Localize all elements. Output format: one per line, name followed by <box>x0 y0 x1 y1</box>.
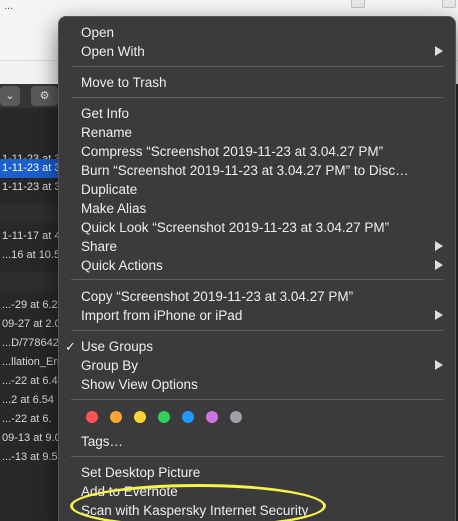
finder-top-text: ... <box>4 0 14 12</box>
menu-item-make-alias[interactable]: Make Alias <box>59 199 455 218</box>
view-options-dropdown[interactable]: ⌄ <box>0 86 20 106</box>
menu-separator <box>71 279 443 280</box>
menu-item-get-info[interactable]: Get Info <box>59 104 455 123</box>
menu-item-set-desktop-picture[interactable]: Set Desktop Picture <box>59 463 455 482</box>
window-control-small[interactable] <box>351 0 365 8</box>
menu-separator <box>71 97 443 98</box>
context-menu: Open Open With Move to Trash Get Info Re… <box>58 16 456 521</box>
tag-color-purple[interactable] <box>206 411 218 423</box>
menu-item-quick-actions[interactable]: Quick Actions <box>59 256 455 275</box>
menu-separator <box>71 399 443 400</box>
action-gear-button[interactable]: ⚙ <box>31 86 58 106</box>
submenu-arrow-icon <box>435 360 443 370</box>
tag-color-blue[interactable] <box>182 411 194 423</box>
window-control-small[interactable] <box>442 0 456 8</box>
menu-item-burn-to-disc[interactable]: Burn “Screenshot 2019-11-23 at 3.04.27 P… <box>59 161 455 180</box>
checkmark-icon: ✓ <box>65 339 76 354</box>
menu-item-show-view-options[interactable]: Show View Options <box>59 375 455 394</box>
tag-color-red[interactable] <box>86 411 98 423</box>
menu-item-quick-look[interactable]: Quick Look “Screenshot 2019-11-23 at 3.0… <box>59 218 455 237</box>
screen: ... ⌄ ⚙ 1-11-23 at 3. 1-11-23 at 3. 1-11… <box>0 0 458 521</box>
menu-item-tags[interactable]: Tags… <box>59 432 455 451</box>
menu-item-rename[interactable]: Rename <box>59 123 455 142</box>
submenu-arrow-icon <box>435 241 443 251</box>
menu-item-open[interactable]: Open <box>59 23 455 42</box>
menu-item-open-with[interactable]: Open With <box>59 42 455 61</box>
menu-item-use-groups[interactable]: ✓ Use Groups <box>59 337 455 356</box>
highlight-oval <box>70 484 326 521</box>
submenu-arrow-icon <box>435 310 443 320</box>
menu-item-move-to-trash[interactable]: Move to Trash <box>59 73 455 92</box>
tag-color-orange[interactable] <box>110 411 122 423</box>
tag-color-gray[interactable] <box>230 411 242 423</box>
menu-item-compress[interactable]: Compress “Screenshot 2019-11-23 at 3.04.… <box>59 142 455 161</box>
gear-icon: ⚙ <box>39 90 50 102</box>
tag-color-yellow[interactable] <box>134 411 146 423</box>
submenu-arrow-icon <box>435 260 443 270</box>
menu-item-import-from-iphone[interactable]: Import from iPhone or iPad <box>59 306 455 325</box>
menu-separator <box>71 66 443 67</box>
tag-color-green[interactable] <box>158 411 170 423</box>
menu-item-duplicate[interactable]: Duplicate <box>59 180 455 199</box>
menu-item-group-by[interactable]: Group By <box>59 356 455 375</box>
submenu-arrow-icon <box>435 46 443 56</box>
menu-item-copy[interactable]: Copy “Screenshot 2019-11-23 at 3.04.27 P… <box>59 287 455 306</box>
menu-item-share[interactable]: Share <box>59 237 455 256</box>
chevron-down-icon: ⌄ <box>5 90 15 102</box>
menu-separator <box>71 330 443 331</box>
menu-separator <box>71 456 443 457</box>
